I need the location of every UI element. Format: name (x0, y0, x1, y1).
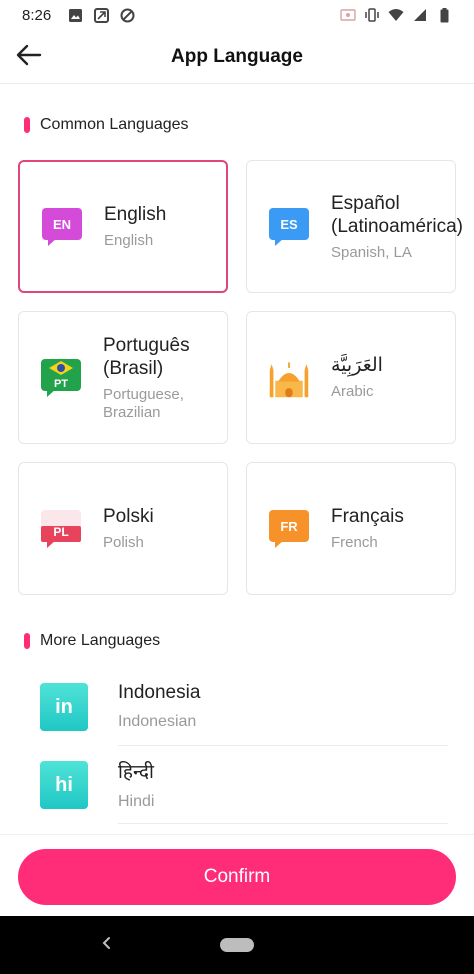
pl-code: PL (53, 525, 68, 539)
nav-home-pill[interactable] (220, 938, 254, 952)
language-card-english[interactable]: EN English English (18, 160, 228, 293)
card-text: Polski Polish (103, 505, 154, 552)
es-code: ES (280, 217, 298, 232)
status-bar: 8:26 (0, 0, 474, 30)
more-languages-title: More Languages (40, 632, 161, 649)
box-icon (93, 7, 109, 23)
language-item-indonesian[interactable]: in Indonesia Indonesian (0, 668, 474, 746)
language-badge-hi-icon: hi (40, 761, 88, 809)
chat-bubble-en-icon: EN (40, 205, 84, 249)
card-text: Español (Latinoamérica) Spanish, LA (331, 192, 463, 262)
language-subtitle: Spanish, LA (331, 243, 412, 261)
en-code: EN (53, 217, 71, 232)
confirm-button[interactable]: Confirm (18, 849, 456, 905)
pt-code: PT (54, 378, 68, 390)
language-subtitle: Indonesian (118, 713, 197, 730)
card-text: Français French (331, 505, 404, 552)
language-name: Indonesia (118, 682, 201, 703)
language-name: हिन्दी (118, 762, 154, 783)
language-name: English (104, 204, 167, 225)
chevron-left-icon (101, 936, 111, 955)
app-header: App Language (0, 30, 474, 84)
status-right (340, 7, 452, 23)
common-languages-heading: Common Languages (24, 116, 189, 134)
vibrate-icon (364, 7, 380, 23)
status-time: 8:26 (22, 6, 52, 24)
screen-cast-icon (340, 7, 356, 23)
language-name: Français (331, 506, 404, 527)
language-subtitle: English (104, 232, 154, 249)
page-title: App Language (171, 45, 303, 67)
chat-bubble-fr-icon: FR (267, 507, 311, 551)
system-nav-bar (0, 916, 474, 974)
language-card-spanish[interactable]: ES Español (Latinoamérica) Spanish, LA (246, 160, 463, 293)
language-subtitle: Hindi (118, 793, 155, 810)
signal-icon (412, 7, 428, 23)
card-text: Português (Brasil) Portuguese, Brazilian (103, 334, 217, 422)
language-subtitle: Arabic (331, 383, 374, 400)
language-subtitle: Portuguese, Brazilian (103, 385, 184, 421)
at-icon (119, 7, 135, 23)
mosque-icon (267, 356, 311, 400)
common-languages-title: Common Languages (40, 116, 189, 133)
language-card-arabic[interactable]: العَرَبِيَّة Arabic (246, 311, 456, 444)
nav-back-button[interactable] (96, 933, 116, 957)
language-name: Português (Brasil) (103, 334, 190, 379)
wifi-icon (388, 7, 404, 23)
language-name: العَرَبِيَّة (331, 355, 383, 376)
section-marker (24, 633, 30, 649)
more-languages-list: in Indonesia Indonesian hi हिन्दी Hindi (0, 668, 474, 824)
language-subtitle: Polish (103, 534, 144, 551)
battery-icon (436, 7, 452, 23)
list-item-text: Indonesia Indonesian (118, 668, 448, 746)
section-marker (24, 117, 30, 133)
more-languages-heading: More Languages (24, 632, 160, 650)
list-item-text: हिन्दी Hindi (118, 746, 448, 824)
image-icon (67, 7, 83, 23)
chat-bubble-es-icon: ES (267, 205, 311, 249)
arrow-left-icon (16, 44, 42, 71)
language-subtitle: French (331, 534, 378, 551)
language-badge-in-icon: in (40, 683, 88, 731)
language-card-polish[interactable]: PL Polski Polish (18, 462, 228, 595)
bottom-action-area: Confirm (0, 834, 474, 916)
brazil-flag-bubble-icon: PT (39, 356, 83, 400)
language-card-french[interactable]: FR Français French (246, 462, 456, 595)
language-item-hindi[interactable]: hi हिन्दी Hindi (0, 746, 474, 824)
chat-bubble-pl-icon: PL (39, 507, 83, 551)
language-name: Español (Latinoamérica) (331, 192, 463, 237)
language-card-portuguese[interactable]: PT Português (Brasil) Portuguese, Brazil… (18, 311, 228, 444)
status-left: 8:26 (22, 7, 135, 24)
language-name: Polski (103, 506, 154, 527)
fr-code: FR (280, 519, 298, 534)
common-languages-grid: EN English English ES Español (Latinoamé… (18, 160, 463, 595)
back-button[interactable] (12, 40, 46, 74)
card-text: English English (104, 203, 166, 250)
card-text: العَرَبِيَّة Arabic (331, 354, 383, 401)
